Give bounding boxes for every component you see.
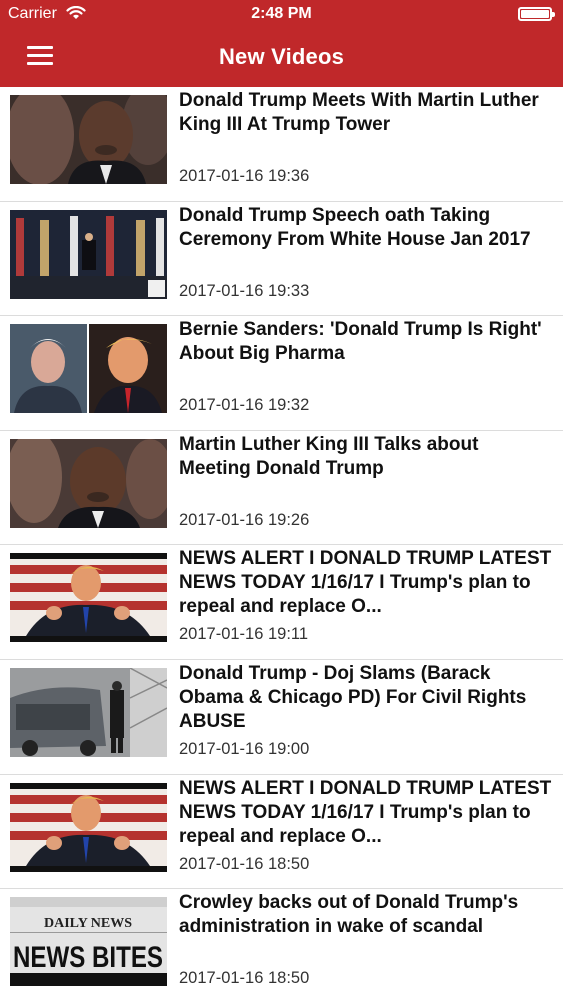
video-title: NEWS ALERT I DONALD TRUMP LATEST NEWS TO… — [179, 548, 552, 618]
video-date: 2017-01-16 19:36 — [179, 167, 310, 185]
video-item[interactable]: Bernie Sanders: 'Donald Trump Is Right' … — [0, 316, 563, 431]
video-title: Donald Trump Speech oath Taking Ceremony… — [179, 204, 531, 250]
video-item[interactable]: Donald Trump - Doj Slams (Barack Obama &… — [0, 660, 563, 775]
status-bar: Carrier 2:48 PM — [0, 0, 563, 30]
video-date: 2017-01-16 18:50 — [179, 969, 310, 988]
video-title: Bernie Sanders: 'Donald Trump Is Right' … — [179, 319, 542, 365]
video-date: 2017-01-16 19:11 — [179, 625, 309, 644]
video-thumbnail — [10, 209, 167, 299]
clock: 2:48 PM — [251, 5, 312, 22]
video-item[interactable]: DAILY NEWS NEWS BITES Crowley backs out … — [0, 889, 563, 1000]
video-title: NEWS ALERT I DONALD TRUMP LATEST NEWS TO… — [179, 777, 552, 847]
video-list: Donald Trump Meets With Martin Luther Ki… — [0, 87, 563, 1000]
nav-bar: Carrier 2:48 PM New Videos — [0, 0, 563, 87]
video-date: 2017-01-16 18:50 — [179, 854, 310, 873]
page-title: New Videos — [218, 44, 345, 69]
video-thumbnail — [10, 667, 167, 757]
video-title: Crowley backs out of Donald Trump's admi… — [179, 892, 519, 938]
battery-icon — [518, 7, 555, 21]
video-title: Donald Trump Meets With Martin Luther Ki… — [179, 90, 539, 135]
video-thumbnail — [10, 438, 167, 528]
video-item[interactable]: NEWS ALERT I DONALD TRUMP LATEST NEWS TO… — [0, 545, 563, 660]
video-date: 2017-01-16 19:26 — [179, 510, 310, 529]
video-thumbnail — [10, 782, 167, 872]
video-date: 2017-01-16 19:33 — [179, 281, 310, 300]
video-title: Martin Luther King III Talks about Meeti… — [179, 433, 479, 479]
video-thumbnail — [10, 324, 167, 414]
video-title: Donald Trump - Doj Slams (Barack Obama &… — [179, 662, 527, 732]
video-item[interactable]: NEWS ALERT I DONALD TRUMP LATEST NEWS TO… — [0, 775, 563, 890]
video-thumbnail — [10, 95, 167, 184]
video-item[interactable]: Martin Luther King III Talks about Meeti… — [0, 431, 563, 546]
video-date: 2017-01-16 19:00 — [179, 739, 310, 758]
video-item[interactable]: Donald Trump Speech oath Taking Ceremony… — [0, 202, 563, 317]
news-logo-top-text: DAILY NEWS — [44, 916, 132, 931]
video-item[interactable]: Donald Trump Meets With Martin Luther Ki… — [0, 87, 563, 202]
video-thumbnail: DAILY NEWS NEWS BITES — [10, 897, 167, 987]
video-date: 2017-01-16 19:32 — [179, 396, 310, 415]
news-logo-main-text: NEWS BITES — [13, 941, 163, 974]
video-thumbnail — [10, 553, 167, 643]
